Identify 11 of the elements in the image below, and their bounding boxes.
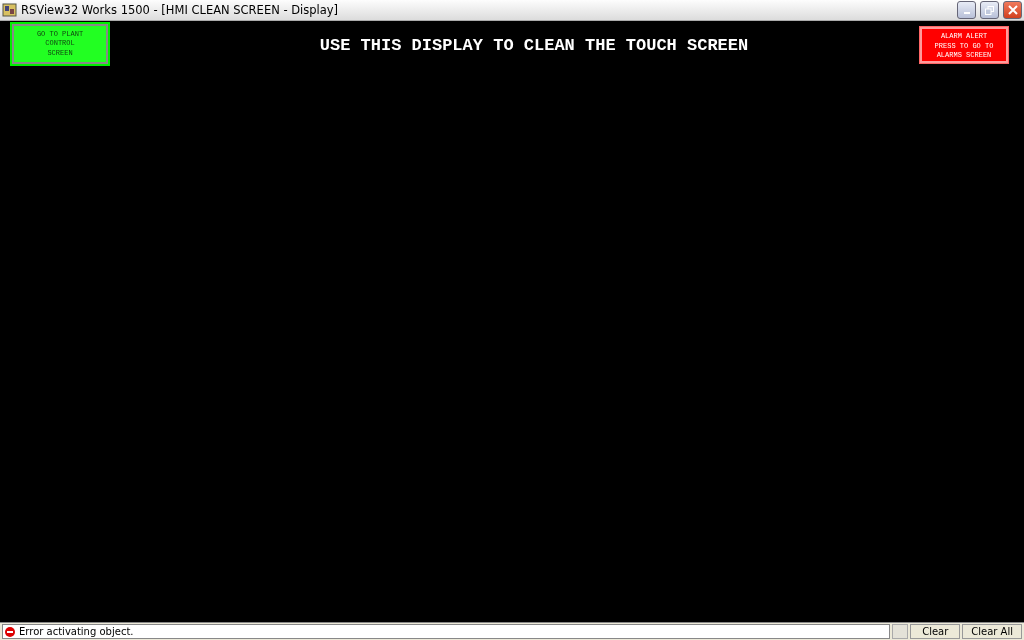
- clear-button[interactable]: Clear: [910, 624, 961, 639]
- minimize-button[interactable]: [957, 1, 976, 19]
- display-heading: USE THIS DISPLAY TO CLEAN THE TOUCH SCREEN: [319, 36, 749, 55]
- close-button[interactable]: [1003, 1, 1022, 19]
- close-icon: [1007, 5, 1018, 15]
- restore-icon: [985, 5, 994, 15]
- app-icon: [2, 3, 17, 17]
- clear-button[interactable]: Clear All: [962, 624, 1022, 639]
- window-title: RSView32 Works 1500 - [HMI CLEAN SCREEN - Display]: [21, 3, 340, 17]
- restore-button[interactable]: [980, 1, 999, 19]
- status-message: Error activating object.: [19, 626, 134, 637]
